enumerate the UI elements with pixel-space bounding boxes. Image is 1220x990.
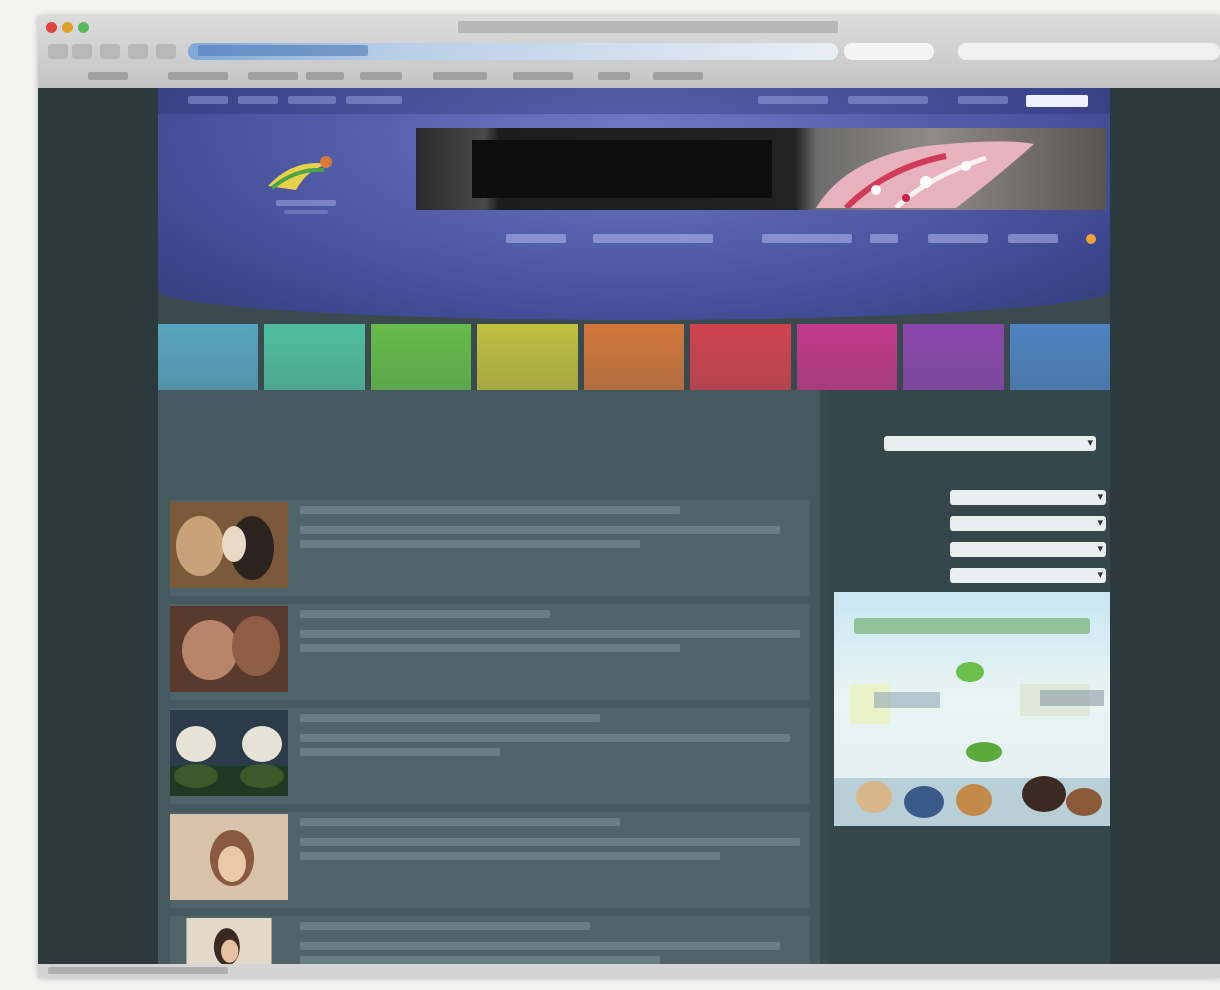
- category-tab[interactable]: [370, 324, 472, 390]
- bookmark-item[interactable]: [513, 72, 573, 80]
- site-logo[interactable]: [238, 138, 368, 218]
- category-tabs: [158, 324, 1110, 390]
- filter-select[interactable]: [950, 516, 1106, 531]
- top-nav-item[interactable]: [288, 96, 336, 104]
- header-nav-item[interactable]: [762, 234, 852, 243]
- add-bookmark-button[interactable]: [156, 44, 176, 59]
- top-nav-item[interactable]: [238, 96, 278, 104]
- site-search-input[interactable]: [1026, 95, 1088, 107]
- browser-window: [38, 16, 1220, 978]
- close-window-button[interactable]: [46, 22, 57, 33]
- article-title-line[interactable]: [300, 610, 550, 618]
- site-header: [158, 88, 1110, 320]
- bookmark-item[interactable]: [433, 72, 487, 80]
- window-title: [458, 21, 838, 33]
- category-tab[interactable]: [583, 324, 685, 390]
- hero-banner[interactable]: [416, 128, 1106, 210]
- list-header: [170, 472, 810, 494]
- zoom-window-button[interactable]: [78, 22, 89, 33]
- category-tab[interactable]: [264, 324, 365, 390]
- article-thumbnail[interactable]: [170, 606, 288, 692]
- top-nav-item[interactable]: [188, 96, 228, 104]
- article-title-line[interactable]: [300, 818, 620, 826]
- minimize-window-button[interactable]: [62, 22, 73, 33]
- main-content: [158, 390, 820, 978]
- page-margin-right: [1110, 88, 1220, 978]
- bookmark-item[interactable]: [306, 72, 344, 80]
- browser-toolbar: [38, 40, 1220, 64]
- title-bar: [38, 16, 1220, 40]
- article-thumbnail[interactable]: [170, 710, 288, 796]
- category-tab[interactable]: [158, 324, 259, 390]
- home-button[interactable]: [128, 44, 148, 59]
- top-nav: [158, 88, 1110, 114]
- article-summary-line: [300, 956, 660, 964]
- category-tab[interactable]: [903, 324, 1004, 390]
- sidebar-ad[interactable]: [834, 592, 1110, 826]
- filter-select[interactable]: [950, 490, 1106, 505]
- top-nav-item[interactable]: [758, 96, 828, 104]
- article-title-line[interactable]: [300, 714, 600, 722]
- bookmark-item[interactable]: [168, 72, 228, 80]
- address-bar[interactable]: [188, 43, 838, 60]
- article-summary-line: [300, 526, 780, 534]
- article-item[interactable]: [170, 708, 810, 804]
- bookmark-item[interactable]: [88, 72, 128, 80]
- status-bar: [38, 964, 1220, 978]
- header-nav-item[interactable]: [928, 234, 988, 243]
- category-tab[interactable]: [477, 324, 578, 390]
- article-summary-line: [300, 942, 780, 950]
- article-title-line[interactable]: [300, 922, 590, 930]
- bookmark-item[interactable]: [248, 72, 298, 80]
- article-summary-line: [300, 734, 790, 742]
- top-nav-item[interactable]: [848, 96, 928, 104]
- article-summary-line: [300, 838, 800, 846]
- article-item[interactable]: [170, 604, 810, 700]
- category-tab[interactable]: [1009, 324, 1110, 390]
- article-item[interactable]: [170, 812, 810, 908]
- rss-box[interactable]: [844, 43, 934, 60]
- back-button[interactable]: [48, 44, 68, 59]
- bookmark-item[interactable]: [653, 72, 703, 80]
- umbrella-image: [816, 141, 1034, 208]
- header-nav-item[interactable]: [870, 234, 898, 243]
- status-text: [48, 967, 228, 974]
- category-tab[interactable]: [690, 324, 791, 390]
- top-nav-item[interactable]: [958, 96, 1008, 104]
- top-nav-item[interactable]: [346, 96, 402, 104]
- article-thumbnail[interactable]: [170, 814, 288, 900]
- banner-screen-image: [472, 140, 772, 198]
- reload-button[interactable]: [100, 44, 120, 59]
- address-url: [198, 45, 368, 56]
- article-title-line[interactable]: [300, 506, 680, 514]
- forward-button[interactable]: [72, 44, 92, 59]
- ad-illustration: [834, 618, 1110, 826]
- article-thumbnail[interactable]: [170, 502, 288, 588]
- page-margin-left: [38, 88, 158, 978]
- header-nav-item[interactable]: [593, 234, 713, 243]
- bookmark-item[interactable]: [360, 72, 402, 80]
- bookmarks-bar: [38, 64, 1220, 88]
- filter-select[interactable]: [950, 568, 1106, 583]
- article-summary-line: [300, 644, 680, 652]
- web-page: [158, 88, 1110, 978]
- sidebar-dropdown[interactable]: [884, 436, 1096, 451]
- filter-select[interactable]: [950, 542, 1106, 557]
- article-summary-line: [300, 540, 640, 548]
- browser-chrome: [38, 16, 1220, 88]
- rss-icon[interactable]: [1086, 234, 1096, 244]
- article-summary-line: [300, 852, 720, 860]
- header-nav-item[interactable]: [506, 234, 566, 243]
- sidebar: [828, 390, 1110, 978]
- article-item[interactable]: [170, 500, 810, 596]
- header-nav-item[interactable]: [1008, 234, 1058, 243]
- article-summary-line: [300, 630, 800, 638]
- category-tab[interactable]: [796, 324, 898, 390]
- bookmark-item[interactable]: [598, 72, 630, 80]
- article-summary-line: [300, 748, 500, 756]
- search-input[interactable]: [958, 43, 1220, 60]
